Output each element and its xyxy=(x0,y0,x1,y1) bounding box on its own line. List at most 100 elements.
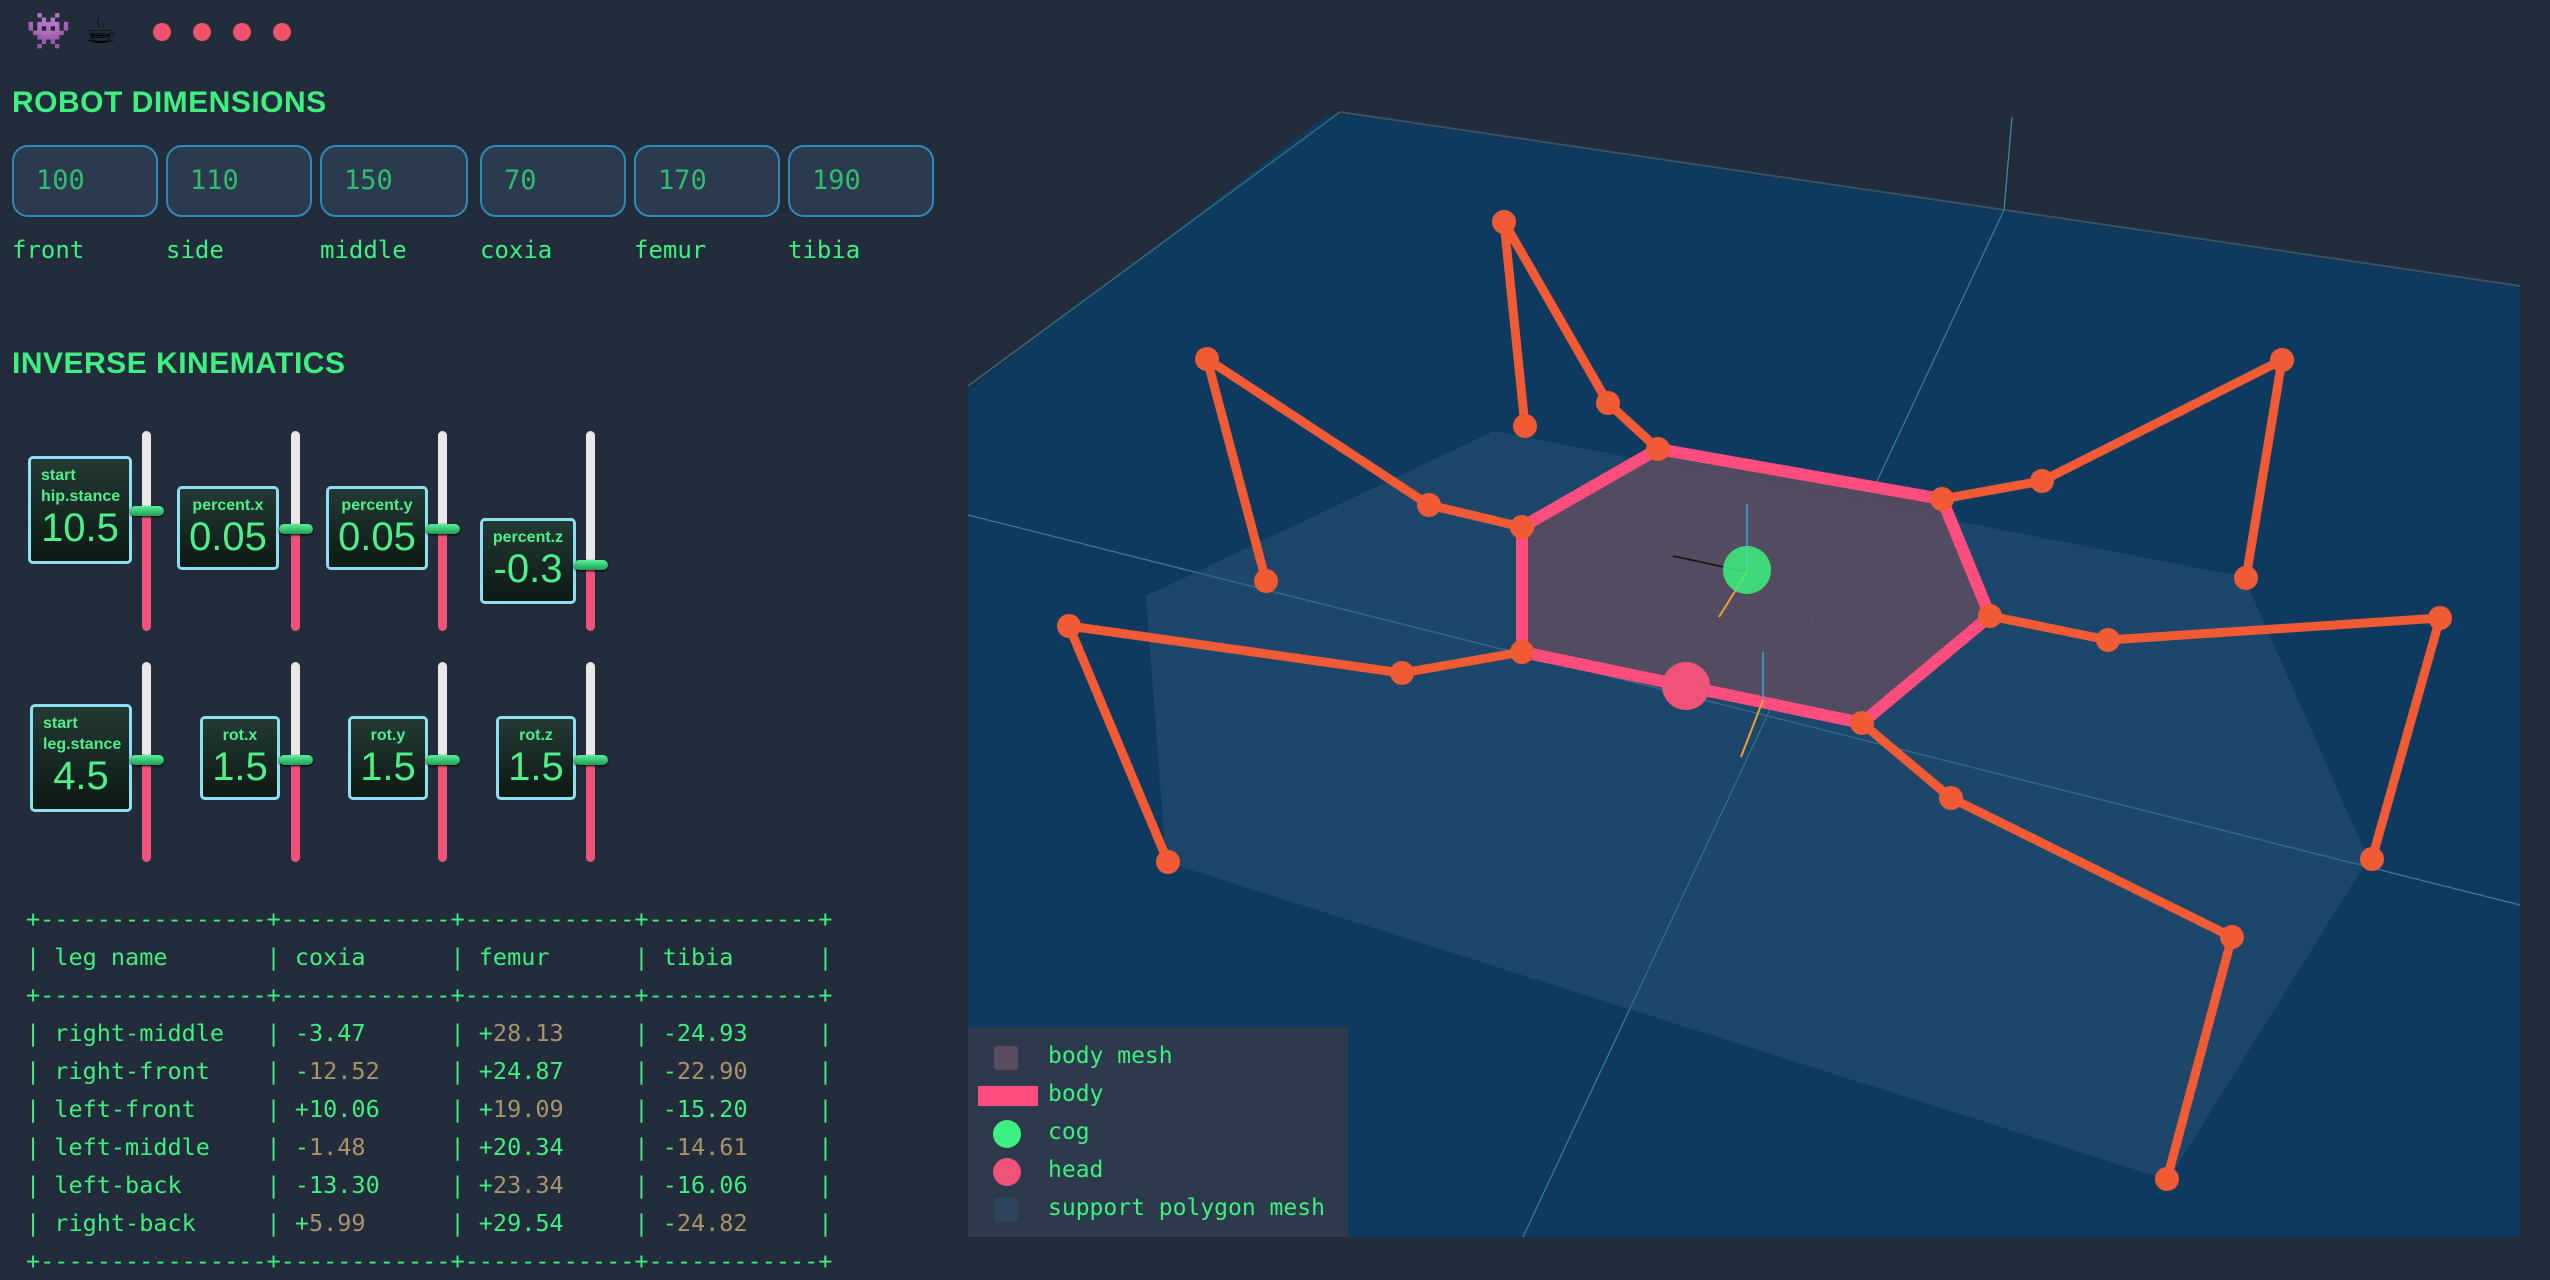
table-row: | right-middle | -3.47 | +28.13 | -24.93… xyxy=(26,1019,833,1047)
table-cell: +23.34 xyxy=(464,1171,635,1199)
dimension-input-tibia[interactable]: 190 xyxy=(788,145,934,217)
dimension-label-middle: middle xyxy=(320,236,407,264)
table-cell: left-back xyxy=(40,1171,267,1199)
ik-control-value: 0.05 xyxy=(189,515,267,559)
alien-monster-icon[interactable]: 👾 xyxy=(26,10,71,54)
table-cell: -24.93 xyxy=(648,1019,819,1047)
ik-control-value: 1.5 xyxy=(212,745,268,789)
ik-slider-thumb[interactable] xyxy=(426,524,460,534)
ik-control-percent-x[interactable]: percent.x 0.05 xyxy=(177,486,279,570)
nav-dot-1[interactable] xyxy=(153,23,172,41)
leg-joint xyxy=(2220,925,2244,949)
table-cell: +24.87 xyxy=(464,1057,635,1085)
table-cell: -15.20 xyxy=(648,1095,819,1123)
ik-slider-thumb[interactable] xyxy=(279,524,313,534)
dimension-label-side: side xyxy=(166,236,224,264)
ik-control-rot-x[interactable]: rot.x 1.5 xyxy=(200,716,280,800)
leg-joint xyxy=(1978,604,2002,628)
ik-title: INVERSE KINEMATICS xyxy=(12,347,346,380)
ik-control-start-leg-stance[interactable]: start leg.stance 4.5 xyxy=(30,704,132,812)
dimension-input-middle[interactable]: 150 xyxy=(320,145,468,217)
ik-control-start-hip-stance[interactable]: start hip.stance 10.5 xyxy=(28,456,132,564)
legend-label: support polygon mesh xyxy=(1048,1195,1325,1221)
coffee-icon[interactable]: ☕ xyxy=(85,10,117,54)
ik-slider-thumb[interactable] xyxy=(574,560,608,570)
table-cell: +29.54 xyxy=(464,1209,635,1237)
nav-dot-2[interactable] xyxy=(193,23,212,41)
legend-label: body xyxy=(1048,1081,1104,1107)
table-cell: right-front xyxy=(40,1057,267,1085)
ik-slider-thumb[interactable] xyxy=(130,755,164,765)
dimension-label-coxia: coxia xyxy=(480,236,553,264)
ik-slider-thumb[interactable] xyxy=(426,755,460,765)
ik-control-value: 1.5 xyxy=(360,745,416,789)
leg-angle-table: +----------------+------------+---------… xyxy=(26,900,833,1280)
leg-joint xyxy=(1510,640,1534,664)
ik-slider[interactable] xyxy=(574,431,608,631)
legend-label: cog xyxy=(1048,1119,1090,1145)
leg-joint xyxy=(1417,493,1441,517)
ik-slider[interactable] xyxy=(574,662,608,862)
leg-joint xyxy=(1930,487,1954,511)
ik-control-label: start xyxy=(41,467,76,484)
dimension-input-side[interactable]: 110 xyxy=(166,145,312,217)
head-marker xyxy=(1662,662,1710,710)
ik-slider[interactable] xyxy=(130,431,164,631)
ik-slider[interactable] xyxy=(130,662,164,862)
table-row: | left-middle | -1.48 | +20.34 | -14.61 … xyxy=(26,1133,833,1161)
table-cell: left-middle xyxy=(40,1133,267,1161)
leg-joint xyxy=(2030,469,2054,493)
table-border: +----------------+------------+---------… xyxy=(26,905,833,933)
ik-control-label: rot.y xyxy=(370,727,406,744)
leg-joint xyxy=(1195,347,1219,371)
leg-joint xyxy=(1057,614,1081,638)
leg-joint xyxy=(1156,850,1180,874)
leg-joint xyxy=(1492,210,1516,234)
cog-marker xyxy=(1723,546,1771,594)
table-cell: -24.82 xyxy=(648,1209,819,1237)
ik-slider[interactable] xyxy=(426,431,460,631)
ik-slider[interactable] xyxy=(279,431,313,631)
ik-control-percent-y[interactable]: percent.y 0.05 xyxy=(326,486,428,570)
ik-slider[interactable] xyxy=(279,662,313,862)
leg-joint xyxy=(2360,847,2384,871)
ik-control-rot-z[interactable]: rot.z 1.5 xyxy=(496,716,576,800)
leg-joint xyxy=(1513,414,1537,438)
leg-joint xyxy=(2155,1167,2179,1191)
nav-dot-4[interactable] xyxy=(273,23,292,41)
ik-slider-thumb[interactable] xyxy=(279,755,313,765)
dimension-label-front: front xyxy=(12,236,85,264)
table-cell: -14.61 xyxy=(648,1133,819,1161)
dimension-input-coxia[interactable]: 70 xyxy=(480,145,626,217)
dimension-input-front[interactable]: 100 xyxy=(12,145,158,217)
table-cell: -16.06 xyxy=(648,1171,819,1199)
nav-dot-3[interactable] xyxy=(233,23,252,41)
table-cell: +5.99 xyxy=(280,1209,451,1237)
table-cell: -3.47 xyxy=(280,1019,451,1047)
ik-control-value: -0.3 xyxy=(493,547,563,591)
ik-control-rot-y[interactable]: rot.y 1.5 xyxy=(348,716,428,800)
table-cell: +19.09 xyxy=(464,1095,635,1123)
legend-swatch-body xyxy=(978,1086,1038,1106)
ik-control-label: percent.x xyxy=(192,497,264,514)
ik-control-value: 4.5 xyxy=(53,754,109,798)
leg-joint xyxy=(1510,515,1534,539)
ik-slider-thumb[interactable] xyxy=(574,755,608,765)
legend-swatch-support-polygon-mesh xyxy=(994,1198,1018,1222)
leg-joint xyxy=(2096,628,2120,652)
ik-control-label: percent.z xyxy=(492,529,564,546)
table-cell: right-middle xyxy=(40,1019,267,1047)
table-cell: tibia xyxy=(648,943,819,971)
ik-slider[interactable] xyxy=(426,662,460,862)
grid-axis-line xyxy=(2003,116,2013,211)
leg-joint xyxy=(2428,606,2452,630)
table-row: | right-back | +5.99 | +29.54 | -24.82 | xyxy=(26,1209,833,1237)
ik-control-label: hip.stance xyxy=(41,488,121,505)
legend-swatch-body-mesh xyxy=(994,1046,1018,1070)
ik-control-percent-z[interactable]: percent.z -0.3 xyxy=(480,518,576,604)
ik-slider-thumb[interactable] xyxy=(130,506,164,516)
leg-joint xyxy=(1646,437,1670,461)
dimensions-title: ROBOT DIMENSIONS xyxy=(12,86,327,119)
dimension-input-femur[interactable]: 170 xyxy=(634,145,780,217)
table-row: | leg name | coxia | femur | tibia | xyxy=(26,943,833,971)
